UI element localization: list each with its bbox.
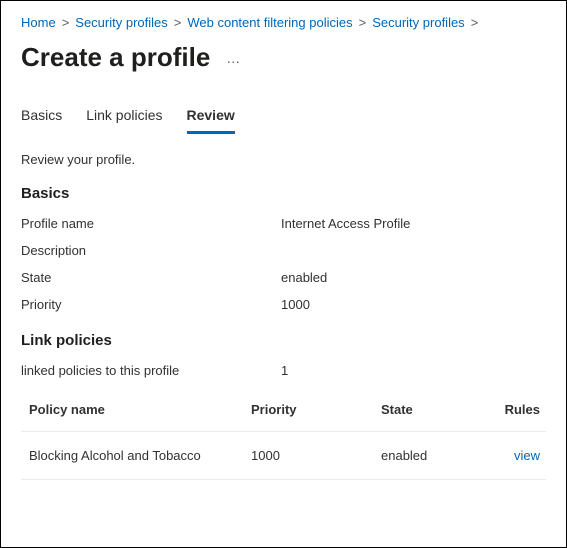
- field-label: linked policies to this profile: [21, 363, 281, 378]
- field-label: State: [21, 270, 281, 285]
- breadcrumb-security-profiles-2[interactable]: Security profiles: [372, 15, 464, 30]
- chevron-right-icon: >: [174, 15, 182, 30]
- chevron-right-icon: >: [471, 15, 479, 30]
- field-state: State enabled: [21, 270, 546, 285]
- title-row: Create a profile …: [21, 42, 546, 73]
- more-icon[interactable]: …: [222, 46, 245, 70]
- breadcrumb-home[interactable]: Home: [21, 15, 56, 30]
- breadcrumb-web-content-filtering[interactable]: Web content filtering policies: [187, 15, 352, 30]
- cell-rules: view: [491, 448, 546, 463]
- tab-link-policies[interactable]: Link policies: [86, 101, 162, 134]
- cell-policy-name: Blocking Alcohol and Tobacco: [21, 448, 251, 463]
- tabs: Basics Link policies Review: [21, 101, 546, 134]
- field-value: Internet Access Profile: [281, 216, 546, 231]
- field-value: 1000: [281, 297, 546, 312]
- page-title: Create a profile: [21, 42, 210, 73]
- view-rules-link[interactable]: view: [514, 448, 540, 463]
- field-label: Priority: [21, 297, 281, 312]
- link-policies-section-title: Link policies: [21, 332, 546, 349]
- linked-policies-summary: linked policies to this profile 1: [21, 363, 546, 378]
- cell-state: enabled: [381, 448, 491, 463]
- table-row: Blocking Alcohol and Tobacco 1000 enable…: [21, 432, 546, 480]
- policy-table-header: Policy name Priority State Rules: [21, 390, 546, 432]
- field-profile-name: Profile name Internet Access Profile: [21, 216, 546, 231]
- policy-table: Policy name Priority State Rules Blockin…: [21, 390, 546, 480]
- breadcrumb-security-profiles[interactable]: Security profiles: [75, 15, 167, 30]
- col-header-priority[interactable]: Priority: [251, 402, 381, 417]
- breadcrumb: Home > Security profiles > Web content f…: [21, 15, 546, 30]
- chevron-right-icon: >: [359, 15, 367, 30]
- field-label: Profile name: [21, 216, 281, 231]
- tab-basics[interactable]: Basics: [21, 101, 62, 134]
- field-value: enabled: [281, 270, 546, 285]
- field-description: Description: [21, 243, 546, 258]
- basics-section-title: Basics: [21, 185, 546, 202]
- field-value: [281, 243, 546, 258]
- cell-priority: 1000: [251, 448, 381, 463]
- col-header-state[interactable]: State: [381, 402, 491, 417]
- review-instruction: Review your profile.: [21, 152, 546, 167]
- col-header-name[interactable]: Policy name: [21, 402, 251, 417]
- field-priority: Priority 1000: [21, 297, 546, 312]
- tab-review[interactable]: Review: [187, 101, 235, 134]
- field-value: 1: [281, 363, 546, 378]
- field-label: Description: [21, 243, 281, 258]
- chevron-right-icon: >: [62, 15, 70, 30]
- col-header-rules[interactable]: Rules: [491, 402, 546, 417]
